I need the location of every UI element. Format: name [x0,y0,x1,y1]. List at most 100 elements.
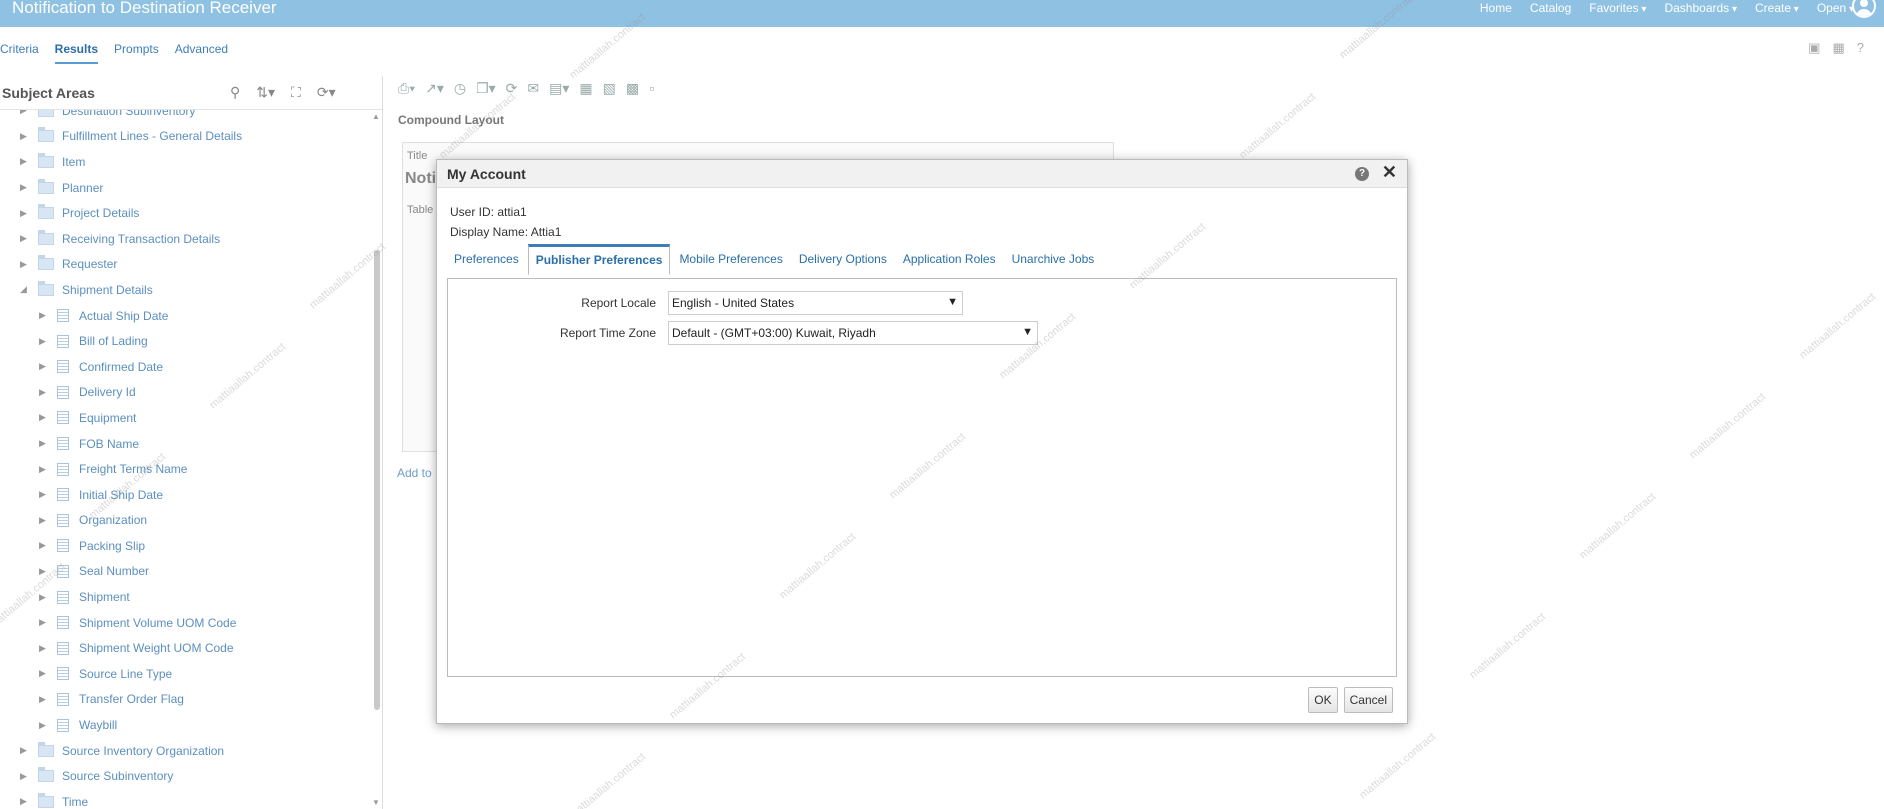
tree-column[interactable]: ▶ Transfer Order Flag [0,687,370,713]
expand-icon[interactable]: ▶ [20,745,30,756]
tree-column[interactable]: ▶ Organization [0,508,370,534]
tree-column[interactable]: ▶ Actual Ship Date [0,303,370,329]
tree-column[interactable]: ▶ Waybill [0,712,370,738]
expand-icon[interactable]: ⛶ [291,84,301,101]
expand-icon[interactable]: ▶ [39,464,49,475]
filter-icon[interactable]: ▦ [579,80,592,104]
add-view-link[interactable]: Add to [397,466,432,480]
tab-unarchive-jobs[interactable]: Unarchive Jobs [1005,244,1102,275]
expand-icon[interactable]: ▶ [39,412,49,423]
expand-icon[interactable]: ▶ [39,540,49,551]
tab-application-roles[interactable]: Application Roles [896,244,1003,275]
expand-icon[interactable]: ▶ [20,131,30,142]
text-icon[interactable]: ▩ [626,80,639,104]
tab-advanced[interactable]: Advanced [175,38,228,64]
scroll-up-icon[interactable]: ▲ [372,112,380,121]
expand-icon[interactable]: ▶ [39,694,49,705]
tree-folder[interactable]: ▶ Fulfillment Lines - General Details [0,124,370,150]
expand-icon[interactable]: ▶ [39,336,49,347]
expand-icon[interactable]: ▶ [39,438,49,449]
tree-folder[interactable]: ▶ Item [0,149,370,175]
tree-folder[interactable]: ▶ Requester [0,252,370,278]
tree-folder[interactable]: ▶ Time [0,789,370,809]
expand-icon[interactable]: ▶ [20,110,30,116]
refresh-results-icon[interactable]: ⟳ [506,80,518,104]
help-icon[interactable]: ? [1355,167,1369,181]
scroll-thumb[interactable] [374,250,380,710]
tab-prompts[interactable]: Prompts [114,38,159,64]
tab-publisher-preferences[interactable]: Publisher Preferences [527,244,671,275]
tree-column[interactable]: ▶ Packing Slip [0,533,370,559]
tree-column[interactable]: ▶ Equipment [0,405,370,431]
sort-icon[interactable]: ⇅▾ [256,84,275,101]
close-icon[interactable]: ✕ [1382,162,1397,183]
tree-column[interactable]: ▶ FOB Name [0,431,370,457]
tree-column[interactable]: ▶ Shipment Volume UOM Code [0,610,370,636]
tree-column[interactable]: ▶ Shipment [0,584,370,610]
expand-icon[interactable]: ▶ [20,208,30,219]
expand-icon[interactable]: ▶ [20,182,30,193]
tree-folder[interactable]: ▶ Destination Subinventory [0,110,370,124]
tree-column[interactable]: ▶ Delivery Id [0,380,370,406]
expand-icon[interactable]: ▶ [39,617,49,628]
tree-scrollbar[interactable]: ▲ ▼ [372,110,382,809]
export-icon[interactable]: ↗▾ [425,80,444,104]
expand-icon[interactable]: ▶ [39,361,49,372]
nav-catalog[interactable]: Catalog [1530,1,1571,15]
print-icon[interactable]: ⎙▾ [398,80,415,104]
help-icon[interactable]: ? [1857,40,1864,56]
tree-folder[interactable]: ▶ Source Inventory Organization [0,738,370,764]
expand-icon[interactable]: ▶ [20,796,30,807]
expand-icon[interactable]: ▶ [39,592,49,603]
expand-icon[interactable]: ▶ [20,156,30,167]
tree-folder[interactable]: ▶ Planner [0,175,370,201]
expand-icon[interactable]: ▶ [20,233,30,244]
tree-column[interactable]: ▶ Seal Number [0,559,370,585]
nav-open[interactable]: Open [1817,1,1854,15]
nav-create[interactable]: Create [1755,1,1799,15]
tree-column[interactable]: ▶ Confirmed Date [0,354,370,380]
refresh-icon[interactable]: ⟳▾ [317,84,336,101]
format-icon[interactable]: ▧ [603,80,616,104]
layout-icon[interactable]: ▫ [649,80,654,104]
tree-column[interactable]: ▶ Shipment Weight UOM Code [0,635,370,661]
save-icon[interactable]: ▣ [1808,40,1820,56]
report-locale-select[interactable]: English - United States ▼ [668,291,963,315]
expand-icon[interactable]: ▶ [39,720,49,731]
tree-folder[interactable]: ▶ Source Subinventory [0,763,370,789]
tree-folder[interactable]: ▶ Project Details [0,200,370,226]
scroll-down-icon[interactable]: ▼ [372,798,380,807]
nav-dashboards[interactable]: Dashboards [1664,1,1737,15]
report-timezone-select[interactable]: Default - (GMT+03:00) Kuwait, Riyadh ▼ [668,321,1038,345]
cancel-button[interactable]: Cancel [1343,687,1393,713]
expand-icon[interactable]: ▶ [39,489,49,500]
expand-icon[interactable]: ▶ [39,310,49,321]
tree-folder[interactable]: ◢ Shipment Details [0,277,370,303]
tab-preferences[interactable]: Preferences [447,244,526,275]
tab-results[interactable]: Results [54,38,99,64]
nav-home[interactable]: Home [1480,1,1512,15]
copy-icon[interactable]: ❐▾ [476,80,496,104]
nav-favorites[interactable]: Favorites [1589,1,1646,15]
tree-column[interactable]: ▶ Freight Terms Name [0,456,370,482]
expand-icon[interactable]: ▶ [39,668,49,679]
schedule-icon[interactable]: ◷ [454,80,466,104]
user-avatar-icon[interactable] [1852,0,1876,18]
expand-icon[interactable]: ▶ [39,515,49,526]
expand-icon[interactable]: ▶ [20,259,30,270]
tree-folder[interactable]: ▶ Receiving Transaction Details [0,226,370,252]
new-view-icon[interactable]: ▤▾ [549,80,569,104]
expand-icon[interactable]: ▶ [39,643,49,654]
collapse-icon[interactable]: ◢ [20,284,30,295]
search-icon[interactable]: ⚲ [230,84,240,101]
ok-button[interactable]: OK [1308,687,1338,713]
mail-icon[interactable]: ✉ [527,80,539,104]
tree-column[interactable]: ▶ Bill of Lading [0,328,370,354]
tree-column[interactable]: ▶ Initial Ship Date [0,482,370,508]
save-as-icon[interactable]: ▦ [1832,40,1844,56]
expand-icon[interactable]: ▶ [39,387,49,398]
tab-mobile-preferences[interactable]: Mobile Preferences [672,244,789,275]
tab-delivery-options[interactable]: Delivery Options [792,244,894,275]
expand-icon[interactable]: ▶ [39,566,49,577]
expand-icon[interactable]: ▶ [20,771,30,782]
